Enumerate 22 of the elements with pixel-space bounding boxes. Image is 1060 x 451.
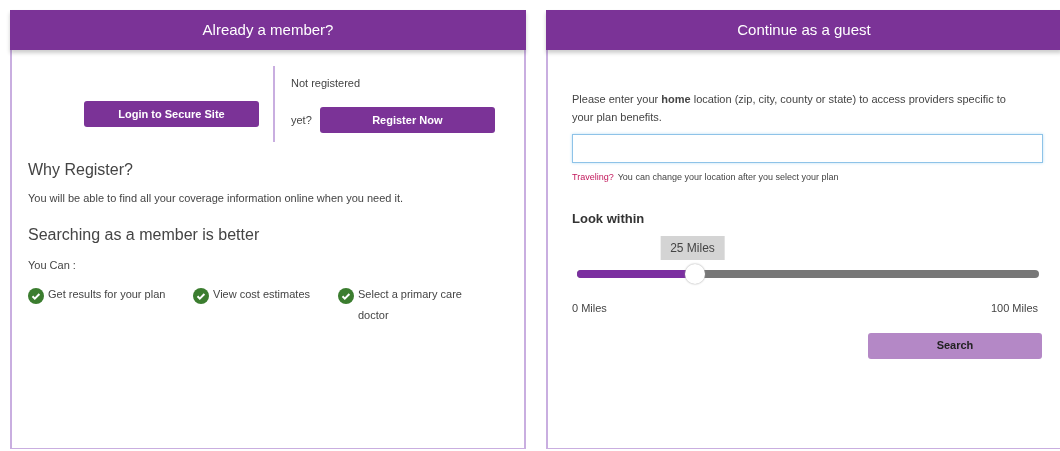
login-button[interactable]: Login to Secure Site [84, 101, 259, 127]
why-text: You will be able to find all your coverage information online when you need it. [28, 191, 405, 206]
section-heading: Why Register? [28, 160, 134, 180]
panel-title: Continue as a guest [546, 10, 1060, 50]
slider-tooltip: 25 Miles [660, 236, 725, 260]
min-label: 0 Miles [572, 301, 607, 316]
instructions-text: Please enter your home location (zip, city, county or state) to access providers specific to your plan benefits. [572, 92, 1007, 125]
register-button[interactable]: Register Now [319, 107, 495, 134]
traveling-link[interactable]: Traveling? [572, 171, 614, 185]
not-registered-text: Not registered [291, 75, 362, 91]
max-label: 100 Miles [990, 301, 1038, 316]
benefit-text: Get results for your plan [48, 286, 166, 302]
hint-text: You can change your location after you select your plan [617, 171, 839, 184]
yet-text: yet? [291, 113, 312, 128]
slider-thumb[interactable] [685, 264, 705, 284]
panel-title: Already a member? [10, 10, 526, 50]
benefit-text: Select a primary care doctor [358, 286, 463, 323]
section-heading: Searching as a member is better [28, 224, 261, 245]
location-field[interactable] [572, 134, 1043, 163]
you-can-text: You Can : [28, 257, 77, 273]
benefit-text: View cost estimates [213, 286, 310, 302]
look-within-label: Look within [572, 209, 646, 228]
